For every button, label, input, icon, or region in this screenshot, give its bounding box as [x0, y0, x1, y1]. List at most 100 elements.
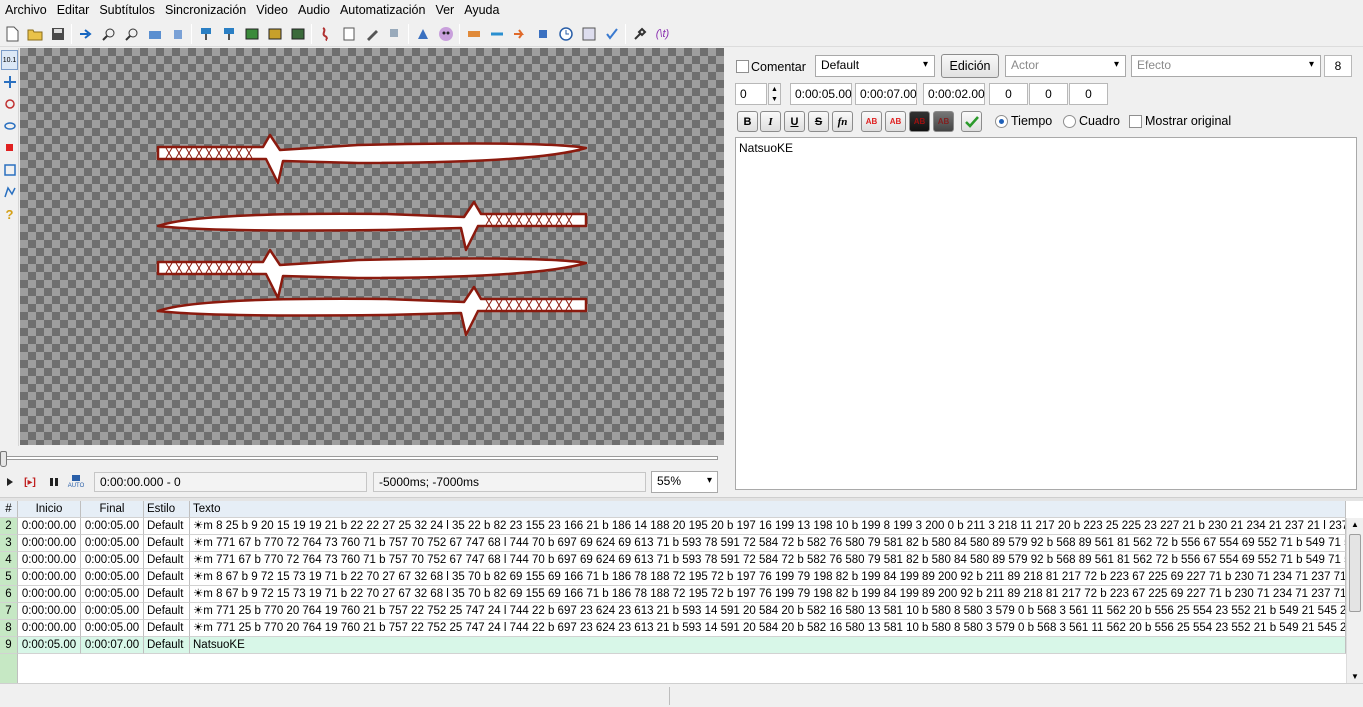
table-row[interactable]: 3 0:00:00.00 0:00:05.00 Default ☀m 771 67 b …: [0, 535, 1346, 552]
options-tools-icon[interactable]: [628, 23, 651, 45]
fonts-collector-icon[interactable]: [263, 23, 286, 45]
table-row[interactable]: 6 0:00:00.00 0:00:05.00 Default ☀m 8 67 b 9 …: [0, 586, 1346, 603]
outline-color-button[interactable]: AB: [909, 111, 930, 132]
margin-left-field[interactable]: 0: [989, 83, 1028, 105]
save-icon[interactable]: [46, 23, 69, 45]
row-style: Default: [144, 518, 190, 535]
menu-video[interactable]: Video: [251, 0, 293, 21]
layer-spinner[interactable]: ▲ ▼: [768, 83, 781, 105]
open-folder-icon[interactable]: [23, 23, 46, 45]
commit-check-button[interactable]: [961, 111, 982, 132]
scale-tool-icon[interactable]: [1, 138, 18, 158]
row-start-time: 0:00:00.00: [18, 552, 81, 569]
time-radio[interactable]: [995, 115, 1008, 128]
video-seek-slider[interactable]: [0, 450, 724, 468]
snap-to-scene-icon[interactable]: [508, 23, 531, 45]
scroll-up-icon[interactable]: ▲: [1351, 520, 1359, 529]
resample-icon[interactable]: [286, 23, 309, 45]
spell-check-icon[interactable]: [360, 23, 383, 45]
video-display[interactable]: [20, 48, 724, 445]
margin-right-field[interactable]: 0: [1029, 83, 1068, 105]
table-row[interactable]: 9 0:00:05.00 0:00:07.00 Default NatsuoKE: [0, 637, 1346, 654]
show-original-checkbox[interactable]: [1129, 115, 1142, 128]
frame-radio[interactable]: [1063, 115, 1076, 128]
font-button[interactable]: fn: [832, 111, 853, 132]
end-time-field[interactable]: 0:00:07.00: [855, 83, 917, 105]
play-icon[interactable]: [0, 472, 20, 492]
margin-vertical-field[interactable]: 0: [1069, 83, 1108, 105]
seek-thumb[interactable]: [0, 451, 7, 467]
video-time-field[interactable]: 0:00:00.000 - 0: [94, 472, 367, 492]
secondary-color-button[interactable]: AB: [885, 111, 906, 132]
automation-icon[interactable]: [314, 23, 337, 45]
bold-button[interactable]: B: [737, 111, 758, 132]
clock-icon[interactable]: [554, 23, 577, 45]
duration-field[interactable]: 0:00:02.00: [923, 83, 985, 105]
primary-color-button[interactable]: AB: [861, 111, 882, 132]
play-line-icon[interactable]: [▸]: [20, 472, 40, 492]
style-select[interactable]: Default ▾: [815, 55, 935, 77]
menu-automatizacin[interactable]: Automatización: [335, 0, 430, 21]
actor-combo[interactable]: Actor ▾: [1005, 55, 1126, 77]
zoom-out-icon[interactable]: [120, 23, 143, 45]
grid-scrollbar[interactable]: ▲ ▼: [1346, 518, 1363, 683]
playback-row: [▸] AUTO 0:00:00.000 - 0 -5000ms; -7000m…: [0, 470, 724, 494]
frame-radio-label: Cuadro: [1079, 114, 1120, 128]
audio-icon[interactable]: [166, 23, 189, 45]
new-file-icon[interactable]: [0, 23, 23, 45]
scroll-down-icon[interactable]: ▼: [1351, 672, 1359, 681]
shift-times-icon[interactable]: [485, 23, 508, 45]
check-icon[interactable]: [600, 23, 623, 45]
move-tool-icon[interactable]: [1, 72, 18, 92]
table-row[interactable]: 4 0:00:00.00 0:00:05.00 Default ☀m 771 67 b …: [0, 552, 1346, 569]
aegisub-mascot-icon[interactable]: [434, 23, 457, 45]
underline-button[interactable]: U: [784, 111, 805, 132]
effect-combo[interactable]: Efecto ▾: [1131, 55, 1321, 77]
menu-ayuda[interactable]: Ayuda: [459, 0, 504, 21]
translation-icon[interactable]: [383, 23, 406, 45]
layer-field[interactable]: 0: [735, 83, 767, 105]
start-time-field[interactable]: 0:00:05.00: [790, 83, 852, 105]
subtitle-text-editor[interactable]: NatsuoKE: [735, 137, 1357, 490]
select-lines-icon[interactable]: [577, 23, 600, 45]
kanji-timer-icon[interactable]: [411, 23, 434, 45]
strikeout-button[interactable]: S: [808, 111, 829, 132]
menu-ver[interactable]: Ver: [430, 0, 459, 21]
pause-icon[interactable]: [44, 472, 64, 492]
menu-sincronizacin[interactable]: Sincronización: [160, 0, 251, 21]
style-assistant-icon[interactable]: [217, 23, 240, 45]
row-text: ☀m 8 25 b 9 20 15 19 19 21 b 22 22 27 25…: [190, 518, 1346, 535]
row-end-time: 0:00:05.00: [81, 603, 144, 620]
italic-button[interactable]: I: [760, 111, 781, 132]
menu-subttulos[interactable]: Subtítulos: [94, 0, 160, 21]
table-row[interactable]: 5 0:00:00.00 0:00:05.00 Default ☀m 8 67 b 9 …: [0, 569, 1346, 586]
table-row[interactable]: 8 0:00:00.00 0:00:05.00 Default ☀m 771 25 b …: [0, 620, 1346, 637]
help-icon[interactable]: ?: [1, 204, 18, 224]
attachments-icon[interactable]: [240, 23, 263, 45]
clip-rect-tool-icon[interactable]: [1, 160, 18, 180]
table-row[interactable]: 7 0:00:00.00 0:00:05.00 Default ☀m 771 25 b …: [0, 603, 1346, 620]
comment-checkbox[interactable]: [736, 60, 749, 73]
menu-editar[interactable]: Editar: [52, 0, 95, 21]
auto-scroll-icon[interactable]: AUTO: [66, 472, 86, 492]
rotate-xy-tool-icon[interactable]: [1, 116, 18, 136]
menu-audio[interactable]: Audio: [293, 0, 335, 21]
rotate-z-tool-icon[interactable]: [1, 94, 18, 114]
shadow-color-button[interactable]: AB: [933, 111, 954, 132]
style-edit-button[interactable]: Edición: [941, 54, 999, 78]
zoom-in-icon[interactable]: [97, 23, 120, 45]
video-snapshot-icon[interactable]: [143, 23, 166, 45]
scrollbar-thumb[interactable]: [1349, 534, 1361, 612]
jump-arrow-icon[interactable]: [74, 23, 97, 45]
menu-archivo[interactable]: Archivo: [0, 0, 52, 21]
properties-icon[interactable]: [337, 23, 360, 45]
stop-icon[interactable]: [531, 23, 554, 45]
table-row[interactable]: 2 0:00:00.00 0:00:05.00 Default ☀m 8 25 b 9 …: [0, 518, 1346, 535]
timing-postprocessor-icon[interactable]: [462, 23, 485, 45]
zoom-dropdown[interactable]: 55%: [651, 471, 718, 493]
override-tags-icon[interactable]: (\t): [651, 23, 674, 45]
vector-clip-tool-icon[interactable]: [1, 182, 18, 202]
standard-tool-icon[interactable]: 10.1: [1, 50, 18, 70]
time-radio-label: Tiempo: [1011, 114, 1053, 128]
style-manager-icon[interactable]: [194, 23, 217, 45]
